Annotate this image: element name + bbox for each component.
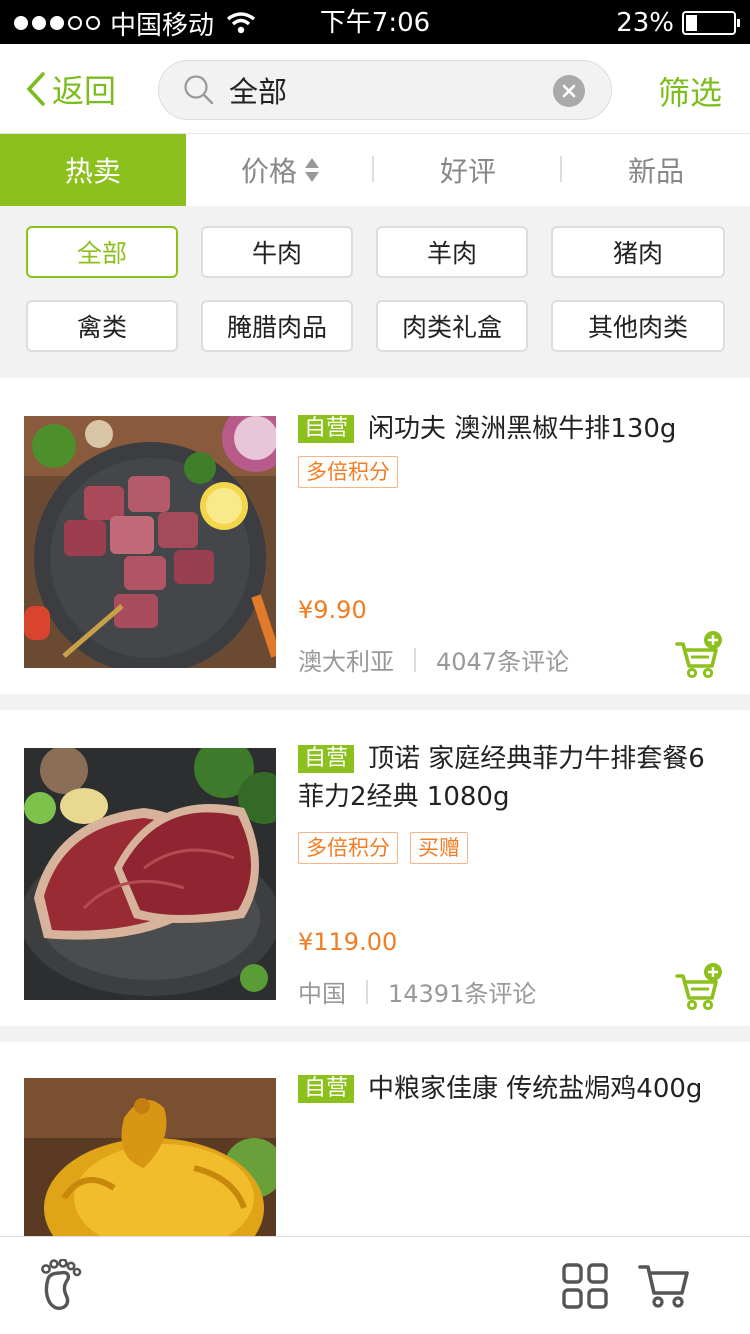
search-input[interactable] <box>227 72 527 108</box>
add-to-cart-button[interactable] <box>674 630 724 680</box>
category-chip-pork[interactable]: 猪肉 <box>551 226 725 278</box>
tab-price[interactable]: 价格 <box>186 134 374 206</box>
category-chip-poultry[interactable]: 禽类 <box>26 300 178 352</box>
promo-tag: 多倍积分 <box>298 456 398 488</box>
category-chip-lamb[interactable]: 羊肉 <box>376 226 528 278</box>
product-price: ¥9.90 <box>298 596 367 624</box>
tab-label: 新品 <box>627 155 684 188</box>
nav-header: 返回 筛选 <box>0 44 750 134</box>
tab-label: 价格 <box>240 155 297 188</box>
search-icon <box>183 74 215 106</box>
status-bar: 中国移动 下午7:06 23% <box>0 0 750 44</box>
category-chip-cured[interactable]: 腌腊肉品 <box>201 300 353 352</box>
product-tags: 多倍积分 买赠 <box>298 832 468 864</box>
chevron-left-icon <box>26 72 45 106</box>
product-origin: 中国 <box>298 980 346 1008</box>
battery-icon <box>682 11 740 35</box>
status-right: 23% <box>616 6 740 40</box>
category-chip-other[interactable]: 其他肉类 <box>551 300 725 352</box>
category-chip-all[interactable]: 全部 <box>26 226 178 278</box>
product-price: ¥119.00 <box>298 928 398 956</box>
product-reviews: 14391条评论 <box>388 980 537 1008</box>
battery-percent: 23% <box>616 8 674 38</box>
close-icon <box>562 84 576 98</box>
product-name: 中粮家佳康 传统盐焗鸡400g <box>368 1074 703 1104</box>
self-operated-badge: 自营 <box>298 415 355 443</box>
back-button[interactable]: 返回 <box>24 66 116 112</box>
bottom-toolbar <box>0 1236 750 1334</box>
product-card[interactable]: 自营 闲功夫 澳洲黑椒牛排130g 多倍积分 ¥9.90 澳大利亚 4047条评论 <box>0 378 750 694</box>
promo-tag: 多倍积分 <box>298 832 398 864</box>
product-title[interactable]: 自营 顶诺 家庭经典菲力牛排套餐6菲力2经典 1080g <box>298 740 720 816</box>
self-operated-badge: 自营 <box>298 745 355 773</box>
promo-tag: 买赠 <box>410 832 468 864</box>
back-label: 返回 <box>52 72 117 110</box>
sort-arrows-icon <box>305 158 319 182</box>
product-title[interactable]: 自营 闲功夫 澳洲黑椒牛排130g <box>298 410 720 448</box>
category-chip-giftbox[interactable]: 肉类礼盒 <box>376 300 528 352</box>
add-to-cart-button[interactable] <box>674 962 724 1012</box>
filter-button[interactable]: 筛选 <box>658 68 722 114</box>
cart-plus-icon <box>675 631 722 679</box>
category-filter: 全部 牛肉 羊肉 猪肉 禽类 腌腊肉品 肉类礼盒 其他肉类 <box>0 206 750 378</box>
product-title[interactable]: 自营 中粮家佳康 传统盐焗鸡400g <box>298 1070 720 1108</box>
product-meta: 澳大利亚 4047条评论 <box>298 642 569 677</box>
grid-icon <box>562 1263 608 1309</box>
search-box[interactable] <box>158 60 612 120</box>
cart-plus-icon <box>675 963 722 1011</box>
category-grid-button[interactable] <box>562 1263 608 1313</box>
self-operated-badge: 自营 <box>298 1075 355 1103</box>
product-meta: 中国 14391条评论 <box>298 974 536 1009</box>
product-image[interactable] <box>24 1078 276 1236</box>
footprint-icon <box>41 1258 82 1311</box>
tab-rating[interactable]: 好评 <box>374 134 562 206</box>
footprint-button[interactable] <box>38 1258 82 1315</box>
cart-button[interactable] <box>638 1261 690 1313</box>
product-card[interactable]: 自营 顶诺 家庭经典菲力牛排套餐6菲力2经典 1080g 多倍积分 买赠 ¥119… <box>0 710 750 1026</box>
clear-search-button[interactable] <box>553 75 585 107</box>
sort-tabs: 热卖 价格 好评 新品 <box>0 134 750 206</box>
product-name: 顶诺 家庭经典菲力牛排套餐6菲力2经典 1080g <box>298 744 705 812</box>
tab-label: 热卖 <box>64 155 121 188</box>
category-chip-beef[interactable]: 牛肉 <box>201 226 353 278</box>
tab-label: 好评 <box>439 155 496 188</box>
product-origin: 澳大利亚 <box>298 648 394 676</box>
product-name: 闲功夫 澳洲黑椒牛排130g <box>368 414 677 444</box>
product-tags: 多倍积分 <box>298 456 398 488</box>
product-reviews: 4047条评论 <box>436 648 570 676</box>
tab-hot[interactable]: 热卖 <box>0 134 186 206</box>
cart-icon <box>638 1265 689 1308</box>
product-image[interactable] <box>24 416 276 668</box>
product-card[interactable]: 自营 中粮家佳康 传统盐焗鸡400g <box>0 1042 750 1236</box>
product-image[interactable] <box>24 748 276 1000</box>
tab-new[interactable]: 新品 <box>562 134 750 206</box>
meta-divider <box>414 647 416 672</box>
meta-divider <box>366 979 368 1004</box>
